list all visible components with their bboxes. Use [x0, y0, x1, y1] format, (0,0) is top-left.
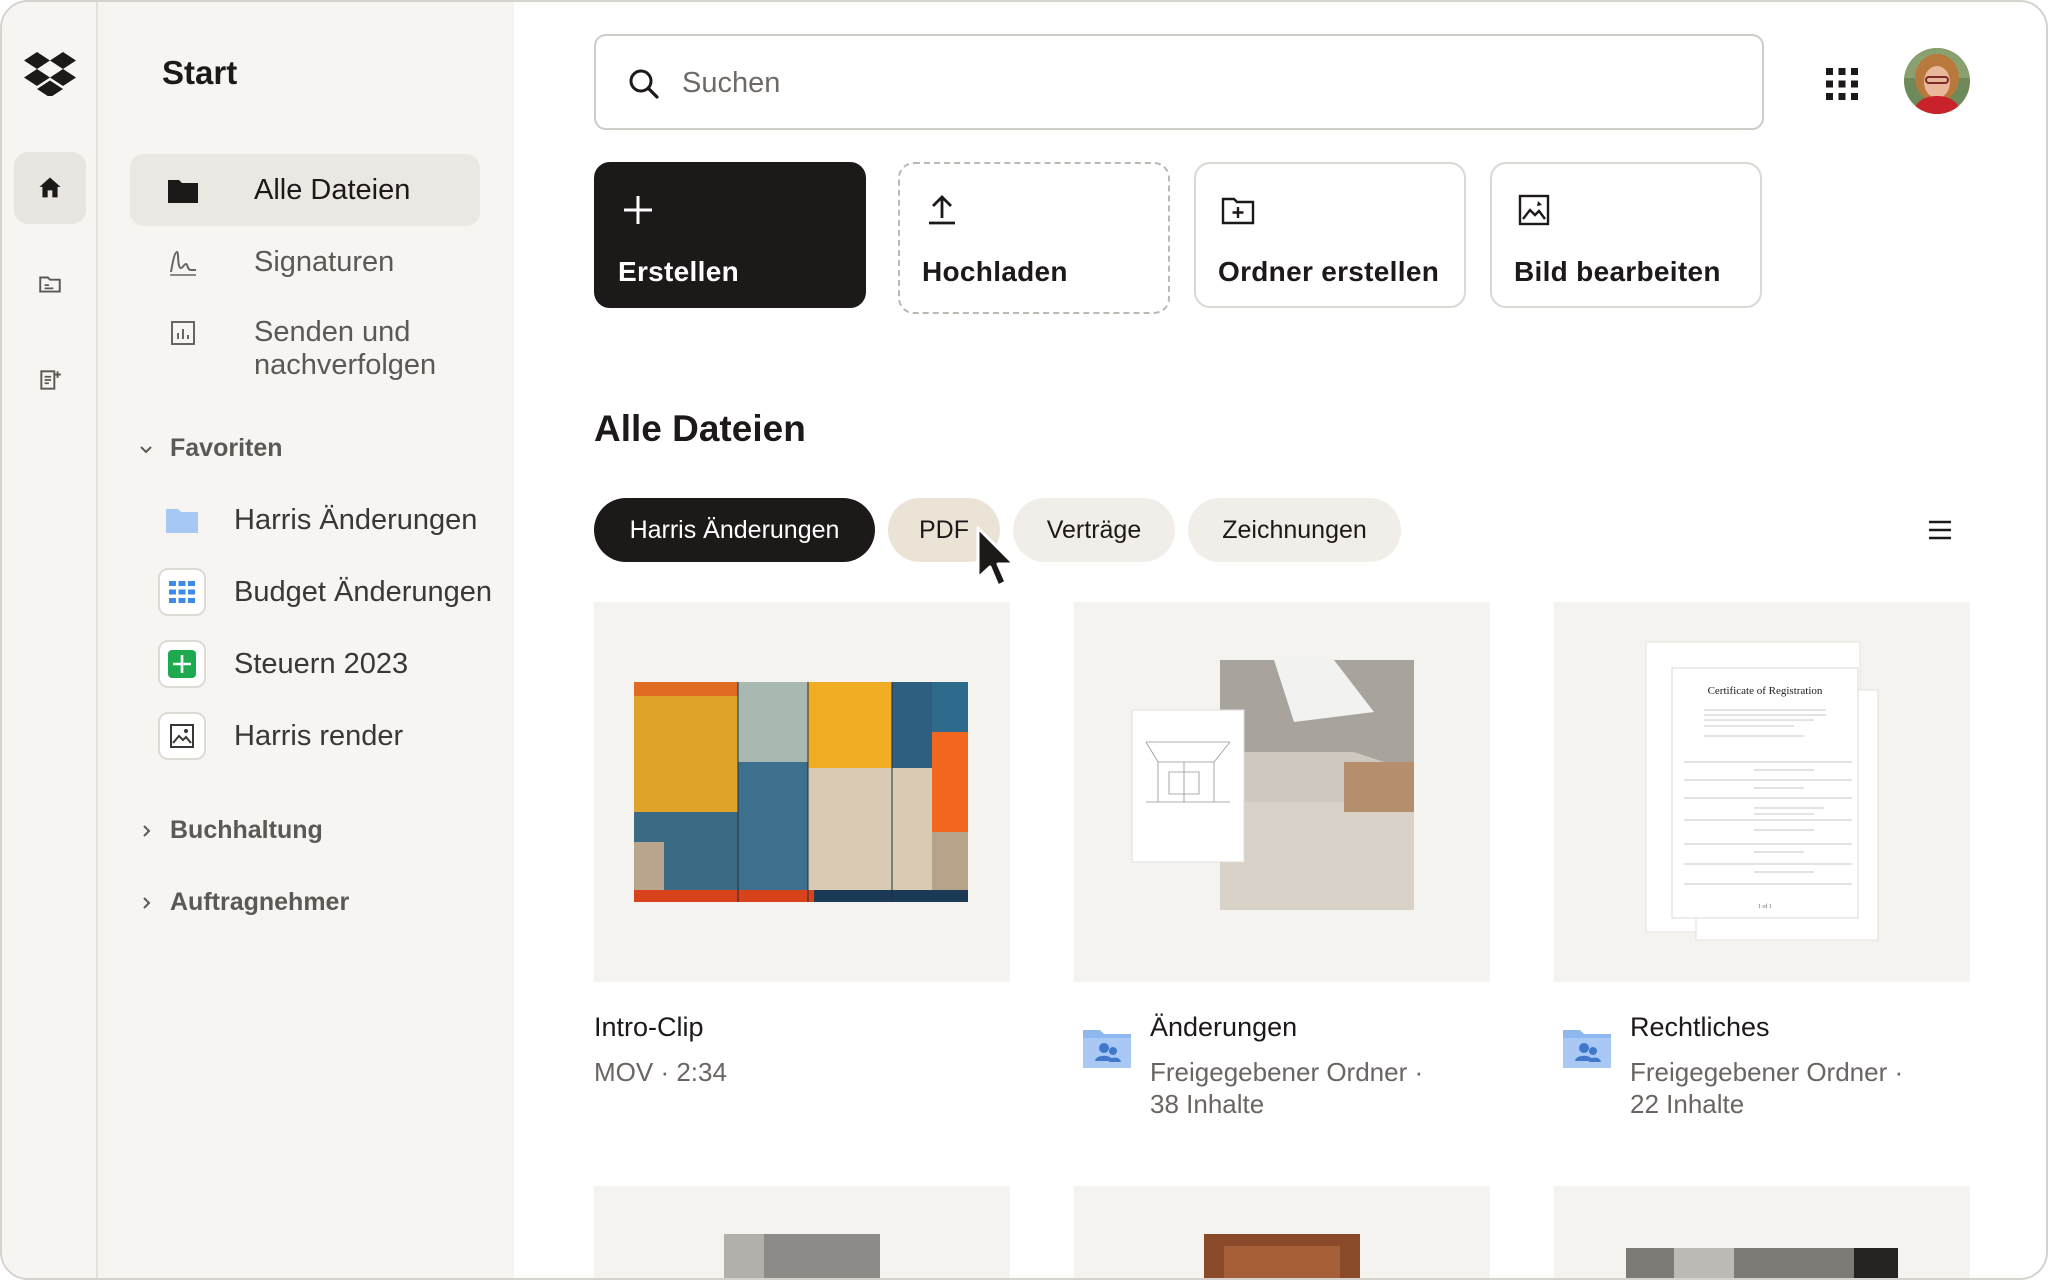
file-thumbnail-intro-clip[interactable]	[594, 602, 1010, 982]
favorite-item[interactable]: Budget Änderungen	[158, 564, 518, 620]
dropbox-logo-icon[interactable]	[24, 50, 76, 96]
sidebar-item-label: Alle Dateien	[254, 173, 411, 206]
favorite-label: Harris Änderungen	[234, 503, 478, 536]
grid-sheet-icon	[158, 568, 206, 616]
folder-preview-image	[1131, 660, 1414, 910]
sidebar-item-senden[interactable]: Senden und nachverfolgen	[130, 308, 480, 388]
favorite-label: Steuern 2023	[234, 647, 409, 680]
favorite-label: Budget Änderungen	[234, 575, 492, 608]
chevron-right-icon	[134, 819, 158, 843]
app-grid-icon[interactable]	[1822, 64, 1862, 104]
sidebar-item-alle-dateien[interactable]: Alle Dateien	[130, 154, 480, 226]
document-add-icon	[40, 370, 61, 390]
search-input[interactable]	[682, 56, 1722, 110]
avatar[interactable]	[1904, 48, 1970, 114]
favorite-item[interactable]: Harris render	[158, 708, 518, 764]
document-preview-image: Certificate of Registration 1 of 1	[1645, 641, 1879, 941]
section-favoriten[interactable]: Favoriten	[134, 434, 283, 463]
document-preview-page: 1 of 1	[1758, 903, 1772, 910]
spreadsheet-icon	[158, 640, 206, 688]
folder-add-icon	[1221, 197, 1255, 225]
folder-filled-icon	[166, 173, 200, 207]
thumbnail-image	[724, 1234, 880, 1278]
sidebar-item-label: Signaturen	[254, 245, 395, 278]
section-buchhaltung[interactable]: Buchhaltung	[134, 816, 323, 845]
favorite-item[interactable]: Harris Änderungen	[158, 492, 518, 548]
section-label: Favoriten	[170, 434, 283, 462]
file-name[interactable]: Änderungen	[1150, 1012, 1297, 1043]
create-button-label: Erstellen	[618, 256, 739, 287]
favorite-label: Harris render	[234, 719, 404, 752]
sidebar: Start Alle Dateien Signaturen Senden und…	[98, 2, 514, 1278]
edit-image-button-label: Bild bearbeiten	[1514, 256, 1721, 287]
activity-button[interactable]	[14, 344, 86, 416]
section-label: Buchhaltung	[170, 816, 323, 844]
document-preview-title: Certificate of Registration	[1708, 685, 1823, 697]
create-folder-button[interactable]: Ordner erstellen	[1194, 162, 1466, 308]
file-name[interactable]: Rechtliches	[1630, 1012, 1770, 1043]
icon-rail	[2, 2, 98, 1278]
sidebar-item-signaturen[interactable]: Signaturen	[130, 226, 480, 298]
filter-chip-harris[interactable]: Harris Änderungen	[594, 498, 875, 562]
shared-folder-icon	[1083, 1030, 1131, 1068]
file-meta: MOV · 2:34	[594, 1057, 727, 1087]
thumbnail-image	[1204, 1234, 1360, 1278]
shared-folder-icon	[1563, 1030, 1611, 1068]
file-thumbnail[interactable]	[594, 1186, 1010, 1278]
edit-image-button[interactable]: Bild bearbeiten	[1490, 162, 1762, 308]
sidebar-item-label: Senden und nachverfolgen	[254, 316, 437, 381]
upload-button[interactable]: Hochladen	[898, 162, 1170, 314]
favorite-item[interactable]: Steuern 2023	[158, 636, 518, 692]
create-folder-button-label: Ordner erstellen	[1218, 256, 1440, 287]
list-view-icon[interactable]	[1926, 516, 1954, 544]
files-button[interactable]	[14, 248, 86, 320]
page-title: Alle Dateien	[594, 408, 806, 449]
file-name[interactable]: Intro-Clip	[594, 1012, 704, 1043]
video-thumbnail-image	[634, 682, 968, 902]
upload-button-label: Hochladen	[922, 256, 1068, 287]
chevron-right-icon	[134, 891, 158, 915]
chart-icon	[166, 316, 200, 350]
image-edit-icon	[1518, 194, 1550, 226]
file-thumbnail-rechtliches[interactable]: Certificate of Registration 1 of 1	[1554, 602, 1970, 982]
mouse-cursor-icon	[976, 526, 1016, 588]
file-meta-count: 38 Inhalte	[1150, 1089, 1265, 1119]
sidebar-title: Start	[162, 54, 238, 91]
thumbnail-image	[1626, 1248, 1898, 1278]
search-bar[interactable]	[594, 34, 1764, 130]
search-icon	[629, 69, 659, 99]
section-label: Auftragnehmer	[170, 888, 350, 916]
file-thumbnail[interactable]	[1074, 1186, 1490, 1278]
plus-icon	[624, 196, 652, 224]
home-button[interactable]	[14, 152, 86, 224]
signature-icon	[166, 245, 200, 279]
upload-icon	[929, 195, 955, 225]
home-icon	[39, 177, 61, 198]
folder-icon	[158, 496, 206, 544]
filter-chip-vertraege[interactable]: Verträge	[1013, 498, 1175, 562]
file-meta: Freigegebener Ordner ·	[1630, 1057, 1904, 1087]
create-button[interactable]: Erstellen	[594, 162, 866, 308]
file-thumbnail-aenderungen[interactable]	[1074, 602, 1490, 982]
file-meta: Freigegebener Ordner ·	[1150, 1057, 1424, 1087]
app-window: Start Alle Dateien Signaturen Senden und…	[0, 0, 2048, 1280]
chevron-down-icon	[134, 437, 158, 461]
file-thumbnail[interactable]	[1554, 1186, 1970, 1278]
file-meta-count: 22 Inhalte	[1630, 1089, 1745, 1119]
filter-chip-zeichnungen[interactable]: Zeichnungen	[1188, 498, 1401, 562]
image-icon	[158, 712, 206, 760]
section-auftragnehmer[interactable]: Auftragnehmer	[134, 888, 349, 917]
folder-outline-icon	[39, 276, 61, 293]
